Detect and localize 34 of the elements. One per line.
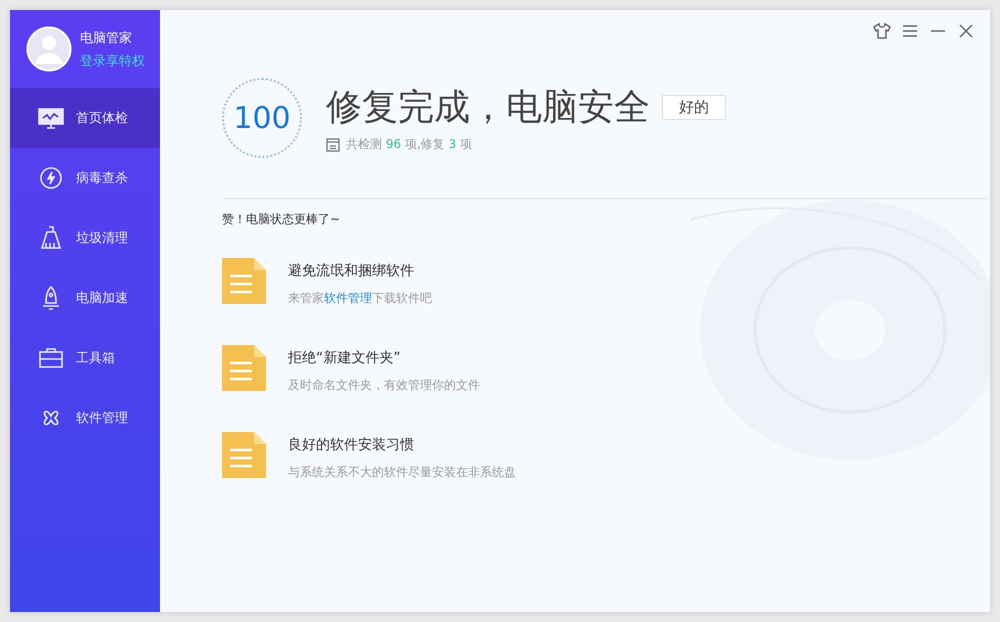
tip-description: 来管家软件管理下载软件吧 — [288, 290, 432, 307]
close-icon — [959, 24, 973, 38]
tip-title: 良好的软件安装习惯 — [288, 436, 415, 454]
ok-button[interactable]: 好的 — [662, 95, 726, 120]
broom-icon — [38, 225, 64, 251]
software-manager-link[interactable]: 软件管理 — [324, 291, 372, 305]
monitor-icon — [38, 105, 64, 131]
tip-description: 及时命名文件夹，有效管理你的文件 — [288, 377, 480, 394]
profile-name: 电脑管家 — [80, 30, 133, 46]
sidebar-item[interactable]: 电脑加速 — [10, 268, 160, 328]
document-icon — [222, 258, 266, 304]
tip-description: 与系统关系不大的软件尽量安装在非系统盘 — [288, 464, 516, 481]
toolbox-icon — [38, 345, 64, 371]
avatar-icon[interactable] — [26, 26, 72, 72]
document-icon — [222, 432, 266, 478]
document-icon — [222, 345, 266, 391]
report-icon — [326, 138, 340, 152]
login-link[interactable]: 登录享特权 — [80, 52, 145, 70]
skin-button[interactable] — [872, 21, 892, 41]
tip-title: 避免流氓和捆绑软件 — [288, 262, 415, 280]
minimize-icon — [930, 29, 946, 33]
sidebar-item[interactable]: 首页体检 — [10, 88, 160, 148]
lightning-icon — [38, 165, 64, 191]
sidebar-item[interactable]: 工具箱 — [10, 328, 160, 388]
scan-summary: 共检测 96 项,修复 3 项 — [346, 136, 472, 153]
sidebar-item[interactable]: 病毒查杀 — [10, 148, 160, 208]
status-message: 赞！电脑状态更棒了~ — [222, 211, 342, 228]
result-title: 修复完成，电脑安全 — [326, 86, 650, 130]
sidebar-item[interactable]: 垃圾清理 — [10, 208, 160, 268]
shirt-icon — [873, 22, 891, 40]
menu-icon — [902, 24, 918, 38]
tip-title: 拒绝“新建文件夹” — [288, 349, 402, 367]
sidebar-item[interactable]: 软件管理 — [10, 388, 160, 448]
score-ring: 100 — [222, 78, 302, 158]
